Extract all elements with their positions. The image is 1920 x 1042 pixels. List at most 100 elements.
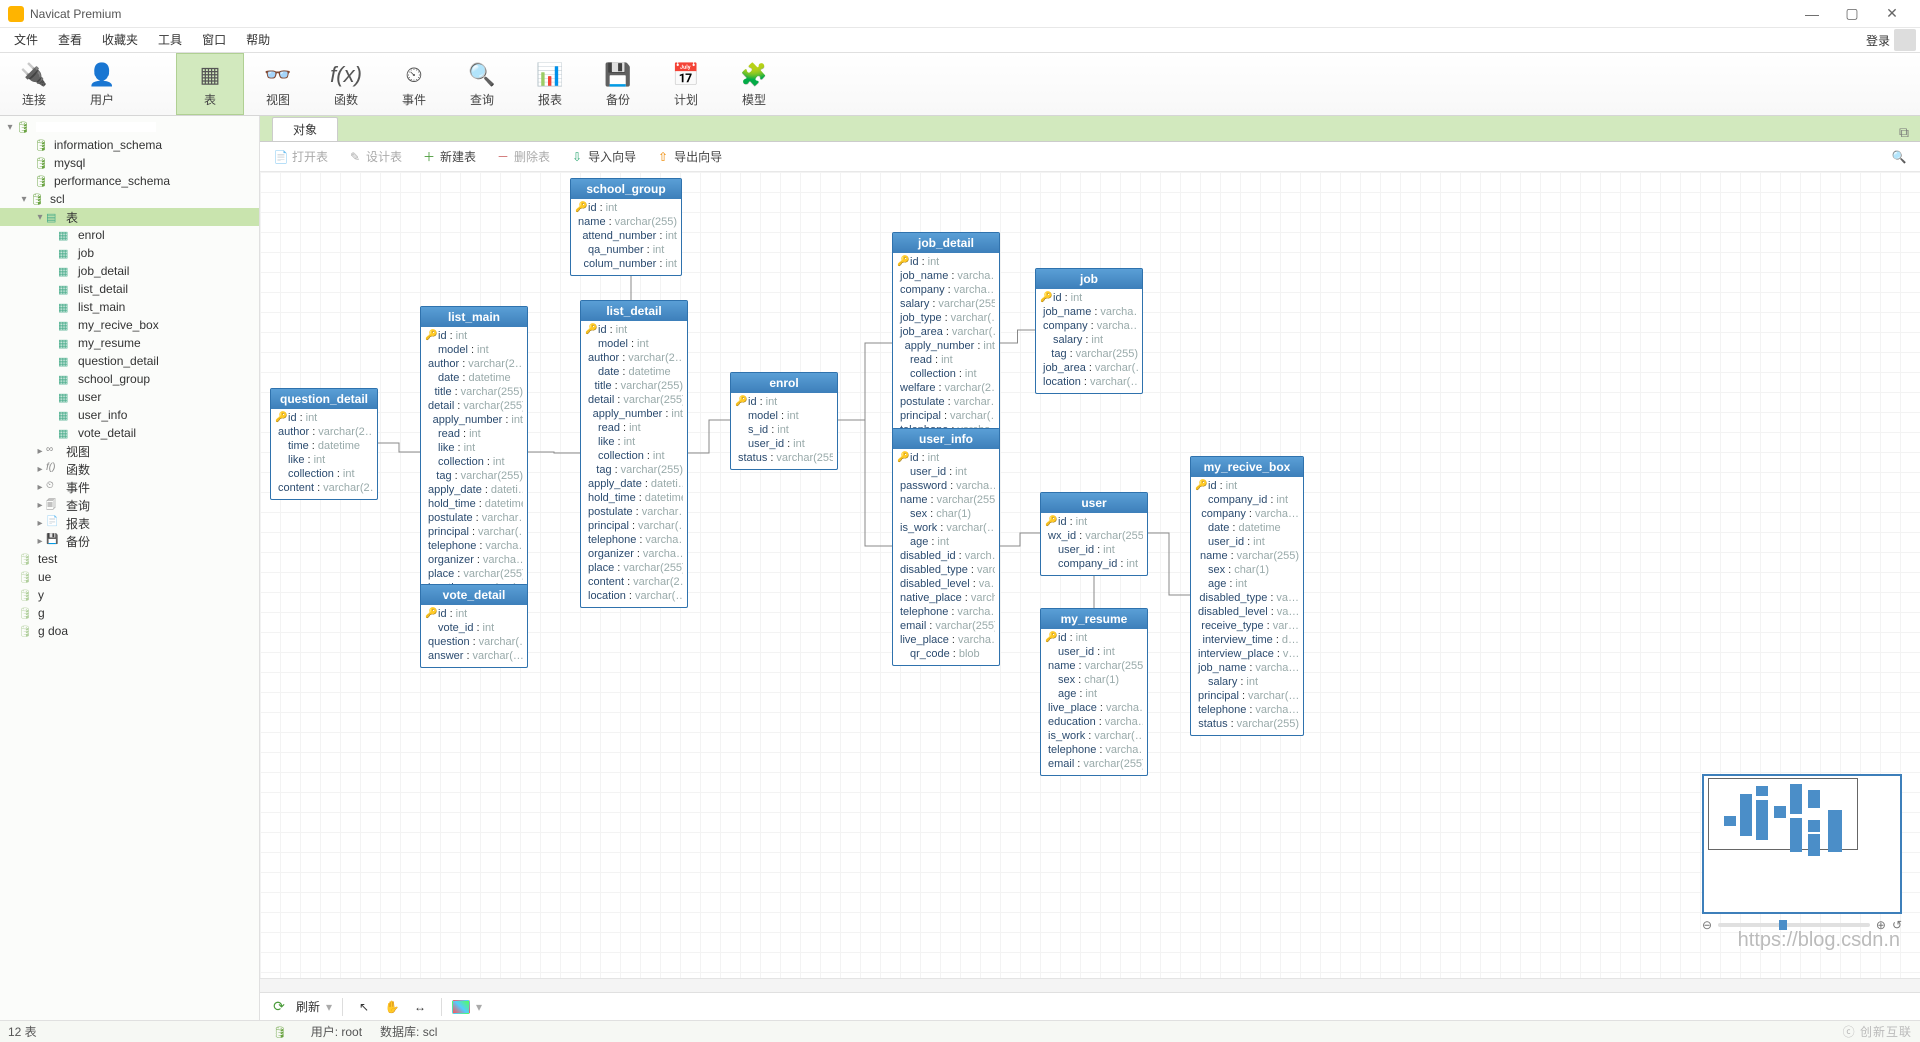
login-link[interactable]: 登录: [1866, 32, 1890, 49]
toolbar-function[interactable]: f(x)函数: [312, 53, 380, 115]
entity-my_recive_box[interactable]: my_recive_box🔑id: intcompany_id: intcomp…: [1190, 456, 1304, 736]
toolbar-user[interactable]: 👤用户: [68, 53, 136, 115]
tree-table-vote_detail[interactable]: vote_detail: [0, 424, 259, 442]
menu-window[interactable]: 窗口: [192, 28, 236, 52]
tool-hand-icon[interactable]: ✋: [381, 997, 403, 1017]
toolbar-plan[interactable]: 📅计划: [652, 53, 720, 115]
connection-tree[interactable]: ▾ information_schemamysqlperformance_sch…: [0, 116, 260, 1020]
menu-view[interactable]: 查看: [48, 28, 92, 52]
tree-group-event[interactable]: ▸⏲事件: [0, 478, 259, 496]
tool-color-icon[interactable]: [452, 1000, 470, 1014]
minimap[interactable]: [1702, 774, 1902, 914]
toolbar-backup[interactable]: 💾备份: [584, 53, 652, 115]
obar-import[interactable]: ⇩导入向导: [562, 146, 644, 167]
tree-conn-test[interactable]: test: [0, 550, 259, 568]
obar-search[interactable]: 🔍: [1884, 148, 1914, 166]
tab-add-icon[interactable]: ⧉: [1894, 124, 1914, 141]
field-apply_date: apply_date: dateti…: [425, 483, 523, 497]
zoom-out-icon[interactable]: ⊖: [1702, 918, 1712, 932]
export-icon: ⇧: [656, 150, 670, 164]
tree-table-job[interactable]: job: [0, 244, 259, 262]
tree-conn-y[interactable]: y: [0, 586, 259, 604]
tree-db-scl[interactable]: scl: [50, 192, 65, 206]
toolbar-view[interactable]: 👓视图: [244, 53, 312, 115]
tree-db-information_schema[interactable]: information_schema: [0, 136, 259, 154]
toolbar-report[interactable]: 📊报表: [516, 53, 584, 115]
query-icon: 🗐: [46, 498, 62, 512]
field-job_type: job_type: varchar(…: [897, 311, 995, 325]
field-author: author: varchar(2…: [425, 357, 523, 371]
tree-table-user[interactable]: user: [0, 388, 259, 406]
menu-help[interactable]: 帮助: [236, 28, 280, 52]
toolbar-model[interactable]: 🧩模型: [720, 53, 788, 115]
tree-table-my_recive_box[interactable]: my_recive_box: [0, 316, 259, 334]
entity-list_main[interactable]: list_main🔑id: intmodel: intauthor: varch…: [420, 306, 528, 600]
tree-group-report[interactable]: ▸📄报表: [0, 514, 259, 532]
er-diagram-canvas[interactable]: school_group🔑id: intname: varchar(255)at…: [260, 172, 1920, 978]
zoom-control[interactable]: ⊖ ⊕ ↺: [1702, 916, 1902, 934]
refresh-label[interactable]: 刷新: [296, 998, 320, 1015]
menu-fav[interactable]: 收藏夹: [92, 28, 148, 52]
tree-conn-g[interactable]: g: [0, 604, 259, 622]
tree-table-list_detail[interactable]: list_detail: [0, 280, 259, 298]
field-read: read: int: [897, 353, 995, 367]
obar-delete[interactable]: －删除表: [488, 146, 558, 167]
entity-list_detail[interactable]: list_detail🔑id: intmodel: intauthor: var…: [580, 300, 688, 608]
field-model: model: int: [425, 343, 523, 357]
obar-new[interactable]: ＋新建表: [414, 146, 484, 167]
tree-table-list_main[interactable]: list_main: [0, 298, 259, 316]
field-company_id: company_id: int: [1045, 557, 1143, 571]
entity-my_resume[interactable]: my_resume🔑id: intuser_id: intname: varch…: [1040, 608, 1148, 776]
close-button[interactable]: ✕: [1872, 0, 1912, 28]
toolbar-query[interactable]: 🔍查询: [448, 53, 516, 115]
tree-group-query[interactable]: ▸🗐查询: [0, 496, 259, 514]
tree-db-mysql[interactable]: mysql: [0, 154, 259, 172]
toolbar-event[interactable]: ⏲事件: [380, 53, 448, 115]
entity-question_detail[interactable]: question_detail🔑id: intauthor: varchar(2…: [270, 388, 378, 500]
field-id: 🔑id: int: [575, 201, 677, 215]
tree-table-user_info[interactable]: user_info: [0, 406, 259, 424]
entity-enrol[interactable]: enrol🔑id: intmodel: ints_id: intuser_id:…: [730, 372, 838, 470]
entity-user[interactable]: user🔑id: intwx_id: varchar(255)user_id: …: [1040, 492, 1148, 576]
toolbar-table[interactable]: ▦表: [176, 53, 244, 115]
obar-open[interactable]: 📄打开表: [266, 146, 336, 167]
database-icon: [18, 570, 34, 584]
tree-table-my_resume[interactable]: my_resume: [0, 334, 259, 352]
horizontal-scrollbar[interactable]: [260, 978, 1920, 992]
zoom-slider[interactable]: [1718, 923, 1870, 927]
user-avatar-icon[interactable]: [1894, 29, 1916, 51]
tree-conn-g doa[interactable]: g doa: [0, 622, 259, 640]
obar-export[interactable]: ⇧导出向导: [648, 146, 730, 167]
obar-design[interactable]: ✎设计表: [340, 146, 410, 167]
tree-table-question_detail[interactable]: question_detail: [0, 352, 259, 370]
tree-table-school_group[interactable]: school_group: [0, 370, 259, 388]
entity-job_detail[interactable]: job_detail🔑id: intjob_name: varcha…compa…: [892, 232, 1000, 456]
minimize-button[interactable]: —: [1792, 0, 1832, 28]
entity-user_info[interactable]: user_info🔑id: intuser_id: intpassword: v…: [892, 428, 1000, 666]
query-icon: 🔍: [468, 61, 496, 89]
zoom-reset-icon[interactable]: ↺: [1892, 918, 1902, 932]
maximize-button[interactable]: ▢: [1832, 0, 1872, 28]
zoom-in-icon[interactable]: ⊕: [1876, 918, 1886, 932]
tree-group-backup[interactable]: ▸💾备份: [0, 532, 259, 550]
tree-group-view[interactable]: ▸∞视图: [0, 442, 259, 460]
refresh-icon[interactable]: ⟳: [268, 997, 290, 1017]
tool-pointer-icon[interactable]: ↖: [353, 997, 375, 1017]
tool-relation-icon[interactable]: ↔: [409, 997, 431, 1017]
entity-job[interactable]: job🔑id: intjob_name: varcha…company: var…: [1035, 268, 1143, 394]
tree-group-function[interactable]: ▸f()函数: [0, 460, 259, 478]
toolbar-connect[interactable]: 🔌连接: [0, 53, 68, 115]
tree-tables-node[interactable]: 表: [66, 209, 78, 226]
menu-file[interactable]: 文件: [4, 28, 48, 52]
entity-school_group[interactable]: school_group🔑id: intname: varchar(255)at…: [570, 178, 682, 276]
menu-tool[interactable]: 工具: [148, 28, 192, 52]
tab-objects[interactable]: 对象: [272, 117, 338, 141]
entity-vote_detail[interactable]: vote_detail🔑id: intvote_id: intquestion:…: [420, 584, 528, 668]
field-location: location: varchar(…: [585, 589, 683, 603]
backup-icon: 💾: [46, 534, 62, 548]
tree-db-performance_schema[interactable]: performance_schema: [0, 172, 259, 190]
field-disabled_type: disabled_type: varc…: [897, 563, 995, 577]
tree-table-job_detail[interactable]: job_detail: [0, 262, 259, 280]
tree-table-enrol[interactable]: enrol: [0, 226, 259, 244]
tree-conn-ue[interactable]: ue: [0, 568, 259, 586]
